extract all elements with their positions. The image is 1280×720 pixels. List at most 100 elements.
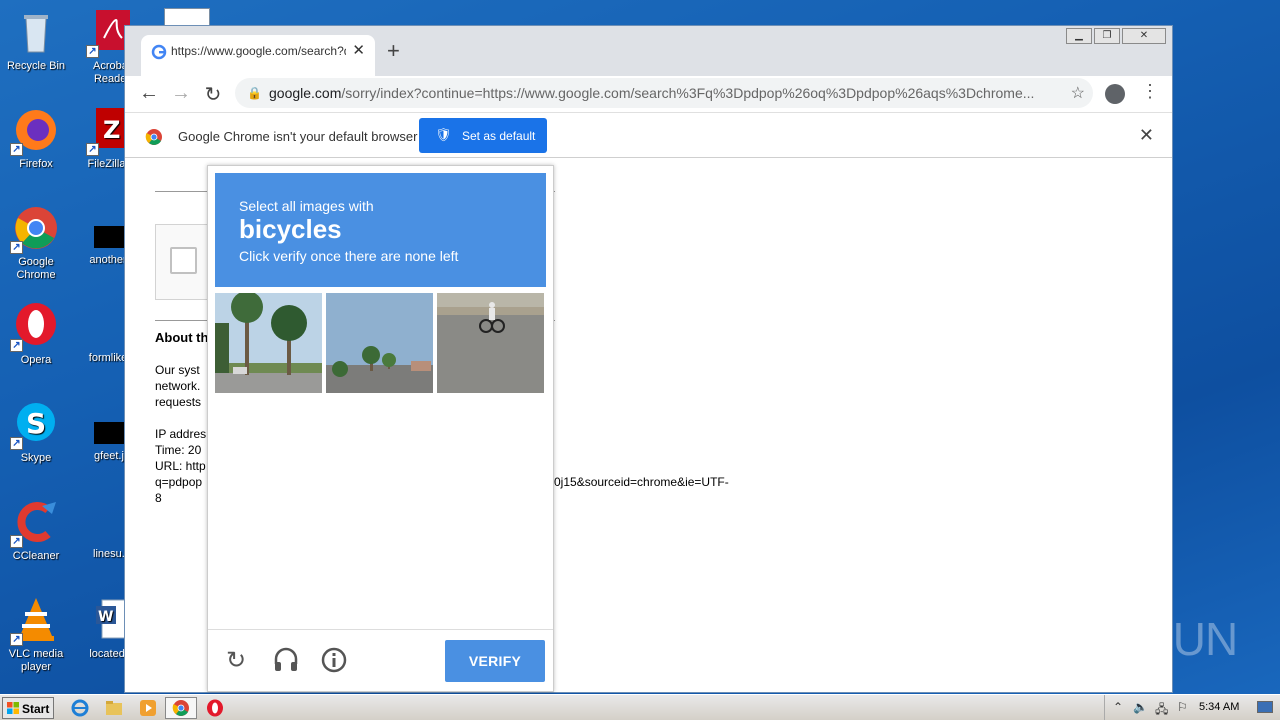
vlc-icon: ↗ (10, 596, 60, 646)
skype-icon: S ↗ (10, 400, 60, 450)
tab-title: https://www.google.com/search?q= (171, 44, 346, 58)
url-line: URL: http (155, 459, 206, 473)
challenge-header: Select all images with bicycles Click ve… (215, 173, 546, 287)
page-text-line: Our syst (155, 363, 200, 377)
reload-icon[interactable]: ↻ (201, 82, 225, 107)
firefox-icon: ↗ (10, 106, 60, 156)
challenge-image-tile[interactable] (437, 293, 544, 393)
desktop-icon-vlc[interactable]: ↗ VLC media player (0, 596, 72, 674)
minimize-button[interactable]: ▁ (1066, 28, 1092, 44)
desktop-icon-label: CCleaner (12, 550, 60, 562)
recaptcha-challenge: Select all images with bicycles Click ve… (207, 165, 554, 692)
window-controls: ▁ ❐ ✕ (1066, 28, 1166, 44)
desktop-icon-label: Firefox (19, 158, 53, 170)
title-bar: https://www.google.com/search?q= ✕ + ▁ ❐… (125, 26, 1172, 76)
recaptcha-checkbox-widget (155, 224, 215, 300)
challenge-instruction: Select all images with (239, 198, 374, 214)
desktop-icon-opera[interactable]: ↗ Opera (0, 302, 72, 367)
url-text: google.com/sorry/index?continue=https://… (269, 85, 1035, 101)
document-icon (164, 8, 210, 26)
challenge-footer: ↻ VERIFY (208, 629, 553, 691)
query-line-left: q=pdpop (155, 475, 203, 489)
volume-icon[interactable]: 🔈 (1133, 700, 1148, 714)
show-desktop-icon[interactable] (1257, 701, 1273, 713)
desktop-icon-label: Google Chrome (16, 256, 56, 281)
infobar-message: Google Chrome isn't your default browser (178, 129, 418, 144)
desktop-icon-label: Skype (20, 452, 52, 464)
query-line-end: 8 (155, 491, 162, 505)
palm-trees-sky-image (326, 293, 433, 393)
desktop-icon-firefox[interactable]: ↗ Firefox (0, 106, 72, 171)
set-as-default-label: Set as default (462, 129, 536, 143)
start-button[interactable]: Start (2, 697, 54, 719)
opera-icon: ↗ (10, 302, 60, 352)
browser-tab[interactable]: https://www.google.com/search?q= ✕ (141, 35, 375, 76)
challenge-subtext: Click verify once there are none left (239, 248, 459, 264)
browser-toolbar: ← → ↻ 🔒 google.com/sorry/index?continue=… (125, 76, 1172, 112)
uac-shield-icon: 🛡 (435, 127, 452, 142)
restore-button[interactable]: ❐ (1094, 28, 1120, 44)
desktop-icon-chrome[interactable]: ↗ Google Chrome (0, 204, 72, 282)
audio-challenge-icon[interactable] (272, 646, 300, 681)
info-icon[interactable] (320, 646, 348, 681)
taskbar: Start ⌃ 🔈 🖧 ⚐ 5:34 AM (0, 694, 1280, 720)
action-center-flag-icon[interactable]: ⚐ (1177, 700, 1188, 714)
infobar-close-icon[interactable]: ✕ (1139, 125, 1154, 146)
windows-logo-icon (7, 702, 19, 714)
system-tray: ⌃ 🔈 🖧 ⚐ 5:34 AM (1104, 695, 1280, 720)
ccleaner-icon: ↗ (10, 498, 60, 548)
internet-explorer-icon[interactable] (70, 698, 90, 718)
ip-address-line: IP addres (155, 427, 207, 441)
cyclist-road-image (437, 293, 544, 393)
reload-challenge-icon[interactable]: ↻ (226, 646, 246, 675)
lock-icon: 🔒 (247, 86, 262, 100)
file-explorer-icon[interactable] (104, 698, 124, 718)
svg-text:S: S (26, 407, 46, 440)
set-as-default-button[interactable]: 🛡 Set as default (419, 118, 547, 153)
chrome-taskbar-button[interactable] (165, 697, 197, 719)
default-browser-infobar: Google Chrome isn't your default browser… (125, 112, 1172, 158)
recycle-bin-icon (12, 8, 60, 56)
desktop-icon-label: Opera (20, 354, 52, 366)
start-label: Start (22, 702, 50, 716)
network-icon[interactable]: 🖧 (1155, 700, 1168, 720)
menu-dots-icon[interactable]: ⋮ (1141, 81, 1159, 102)
media-player-icon[interactable] (138, 698, 158, 718)
address-bar[interactable]: 🔒 google.com/sorry/index?continue=https:… (235, 78, 1093, 108)
desktop-icon-label: VLC media player (8, 648, 64, 673)
chrome-logo-icon (145, 129, 162, 145)
close-window-button[interactable]: ✕ (1122, 28, 1166, 44)
verify-button[interactable]: VERIFY (445, 640, 545, 682)
forward-arrow-icon[interactable]: → (169, 82, 193, 105)
page-content: About th Our syst network. requests IP a… (125, 158, 1172, 692)
new-tab-button[interactable]: + (387, 38, 400, 64)
show-hidden-icons-icon[interactable]: ⌃ (1113, 700, 1123, 714)
page-text-line: network. (155, 379, 201, 393)
chrome-icon: ↗ (10, 204, 60, 254)
desktop-icon-recycle-bin[interactable]: Recycle Bin (0, 8, 72, 73)
page-text-line: requests (155, 395, 202, 409)
time-line: Time: 20 (155, 443, 202, 457)
svg-text:W: W (98, 609, 113, 625)
desktop-icon-label: Recycle Bin (6, 60, 66, 72)
challenge-target: bicycles (239, 214, 342, 244)
anyrun-watermark: ANY RUN (1038, 613, 1238, 665)
svg-text:Z: Z (103, 116, 120, 144)
chrome-icon (172, 700, 189, 716)
profile-avatar-icon[interactable] (1105, 84, 1125, 104)
tab-close-icon[interactable]: ✕ (352, 41, 365, 59)
challenge-image-tile[interactable] (215, 293, 322, 393)
desktop-icon-ccleaner[interactable]: ↗ CCleaner (0, 498, 72, 563)
google-favicon-icon (151, 44, 167, 60)
desktop-icon-skype[interactable]: S ↗ Skype (0, 400, 72, 465)
back-arrow-icon[interactable]: ← (137, 82, 161, 105)
query-line-right: 0j15&sourceid=chrome&ie=UTF- (554, 475, 729, 489)
browser-window: https://www.google.com/search?q= ✕ + ▁ ❐… (124, 25, 1173, 693)
recaptcha-checkbox[interactable] (170, 247, 197, 274)
clock[interactable]: 5:34 AM (1199, 701, 1239, 713)
about-heading: About th (155, 330, 209, 345)
opera-taskbar-icon[interactable] (205, 698, 225, 718)
bookmark-star-icon[interactable]: ☆ (1071, 83, 1085, 103)
palm-trees-street-image (215, 293, 322, 393)
challenge-image-tile[interactable] (326, 293, 433, 393)
